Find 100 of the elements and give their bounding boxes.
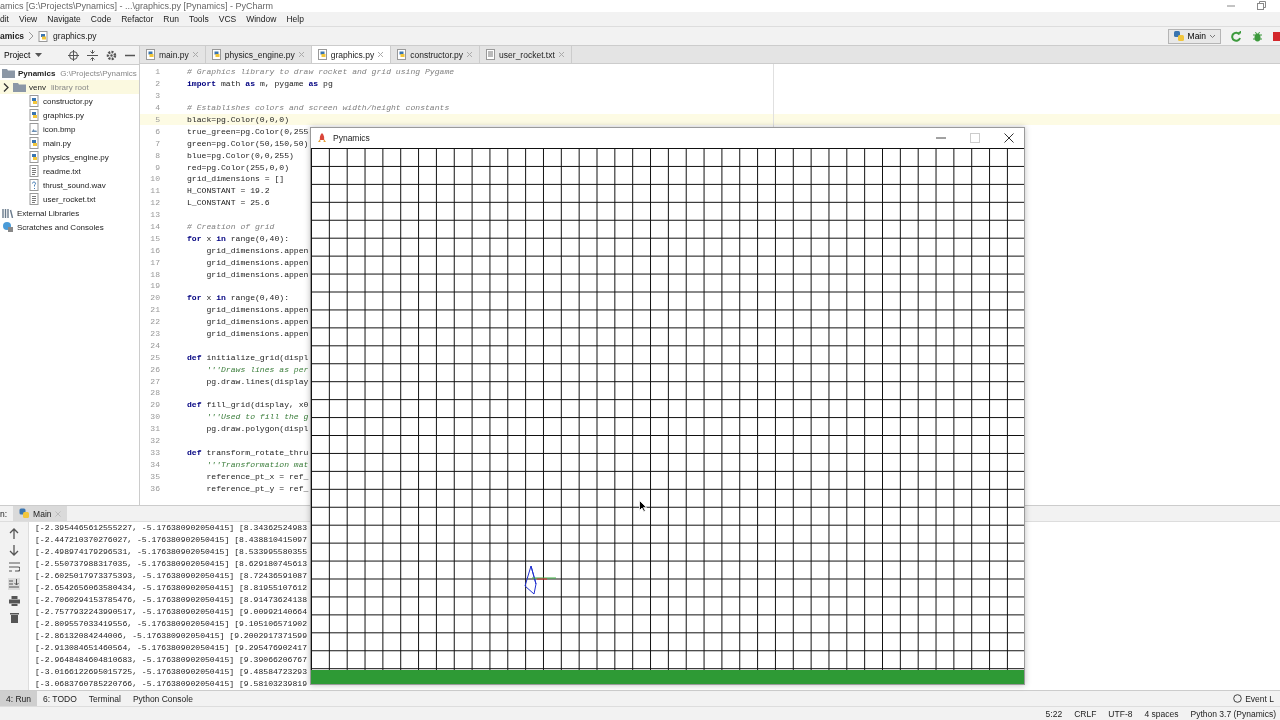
rerun-icon[interactable] (1231, 30, 1242, 42)
breadcrumb-item[interactable]: amics (0, 31, 25, 41)
line-number: 23 (149, 329, 160, 339)
console-line: [-3.0683760785220766, -5.176380902050415] [9.58103239819 (35, 678, 307, 690)
python-file-icon (29, 137, 40, 149)
tree-item[interactable]: thrust_sound.wav (0, 178, 139, 192)
bug-icon[interactable] (1252, 30, 1263, 42)
event-log-tab[interactable]: Event L (1227, 691, 1280, 706)
settings-icon[interactable] (106, 49, 117, 61)
file-tab[interactable]: user_rocket.txt (480, 46, 572, 63)
code-line: # Creation of grid (187, 222, 275, 231)
line-number: 18 (149, 269, 160, 279)
tree-item[interactable]: physics_engine.py (0, 150, 139, 164)
line-number: 21 (149, 305, 160, 315)
image-file-icon (29, 123, 40, 135)
code-line: grid_dimensions.appen (205, 305, 309, 315)
breadcrumb-item[interactable]: graphics.py (53, 31, 97, 41)
console-line: [-2.7060294153785476, -5.176380902050415] [8.91473624138 (35, 594, 307, 606)
menu-item[interactable]: Run (158, 14, 184, 24)
status-item[interactable]: 4 spaces (1144, 708, 1179, 719)
code-line: '''Draws lines as per (205, 364, 309, 374)
project-view-dropdown[interactable]: Project (0, 50, 43, 60)
status-item[interactable]: 5:22 (1045, 708, 1063, 719)
code-line: reference_pt_x = ref_ (205, 471, 309, 481)
crosshair-icon[interactable] (68, 49, 79, 61)
code-line: for x in range(0,40): (187, 233, 290, 243)
menu-item[interactable]: dit (0, 14, 14, 24)
menu-item[interactable]: Navigate (42, 14, 86, 24)
wrap-icon[interactable] (8, 562, 20, 572)
code-line: red=pg.Color(255,0,0) (187, 162, 289, 172)
window-title: Pynamics (333, 133, 370, 143)
code-line: for x in range(0,40): (187, 293, 290, 303)
folder-icon (2, 68, 15, 78)
status-item[interactable]: Python 3.7 (Pynamics) (1190, 708, 1276, 719)
file-tab[interactable]: main.py (140, 46, 206, 63)
panel-label: n: (0, 508, 8, 519)
up-arrow-icon[interactable] (9, 528, 19, 539)
run-config-dropdown[interactable]: Main (1167, 28, 1221, 44)
status-item[interactable]: CRLF (1074, 708, 1097, 719)
code-line: grid_dimensions.appen (205, 257, 309, 267)
trash-icon[interactable] (9, 612, 19, 623)
tool-window-tab[interactable]: Python Console (126, 691, 199, 706)
menu-item[interactable]: Code (85, 14, 117, 24)
tree-item[interactable]: icon.bmp (0, 122, 139, 136)
python-file-icon (29, 109, 40, 121)
tree-item[interactable]: Pynamics G:\Projects\Pynamics (0, 66, 139, 80)
python-icon (1172, 30, 1185, 42)
tree-item[interactable]: Scratches and Consoles (0, 220, 139, 234)
console-line: [-2.550737988317035, -5.176380902050415] [8.629180745613 (35, 558, 307, 570)
down-arrow-icon[interactable] (9, 545, 19, 556)
collapse-icon[interactable] (87, 49, 98, 61)
tool-window-tab[interactable]: 4: Run (0, 691, 38, 706)
python-file-icon (317, 49, 328, 60)
python-file-icon (29, 151, 40, 163)
tree-item[interactable]: External Libraries (0, 206, 139, 220)
line-number: 11 (149, 186, 160, 196)
print-icon[interactable] (8, 596, 20, 606)
console-line: [-3.0166122695015725, -5.176380902050415] [9.48584723293 (35, 666, 307, 678)
tree-item[interactable]: graphics.py (0, 108, 139, 122)
close-icon[interactable] (1004, 133, 1014, 143)
code-line: pg.draw.lines(display (205, 376, 309, 386)
run-tab[interactable]: Main (13, 506, 67, 521)
restore-icon[interactable] (1256, 1, 1266, 11)
code-line: '''Transformation mat (205, 459, 309, 469)
menu-item[interactable]: VCS (213, 14, 242, 24)
stop-icon[interactable] (1273, 31, 1280, 41)
file-tab[interactable]: graphics.py (311, 46, 392, 63)
tree-item[interactable]: user_rocket.txt (0, 192, 139, 206)
line-number: 9 (154, 162, 160, 172)
line-number: 19 (149, 281, 160, 291)
line-number: 16 (149, 245, 160, 255)
menu-item[interactable]: Help (281, 14, 309, 24)
scroll-to-end-icon[interactable] (8, 578, 20, 590)
event-log-icon (1233, 694, 1243, 703)
tree-item[interactable]: readme.txt (0, 164, 139, 178)
tool-window-tab[interactable]: 6: TODO (37, 691, 83, 706)
line-number: 13 (149, 210, 160, 220)
rocket-icon (317, 132, 327, 144)
console-line: [-2.3954465612555227, -5.176380902050415] [8.34362524983 (35, 522, 307, 534)
status-item[interactable]: UTF-8 (1108, 708, 1133, 719)
python-file-icon (211, 49, 222, 60)
tree-item[interactable]: constructor.py (0, 94, 139, 108)
tool-window-tab[interactable]: Terminal (82, 691, 127, 706)
line-number: 26 (149, 364, 160, 374)
menu-item[interactable]: Tools (183, 14, 214, 24)
file-tab[interactable]: physics_engine.py (205, 46, 312, 63)
text-file-icon (486, 49, 497, 60)
console-line: [-2.447210370276027, -5.176380902050415] [8.438810415097 (35, 534, 307, 546)
file-tab[interactable]: constructor.py (391, 46, 481, 63)
menu-item[interactable]: View (14, 14, 43, 24)
line-number: 29 (149, 400, 160, 410)
line-number: 20 (149, 293, 160, 303)
line-number: 14 (149, 222, 160, 231)
text-file-icon (29, 165, 40, 177)
code-line: '''Used to fill the g (205, 412, 309, 422)
menu-item[interactable]: Window (241, 14, 282, 24)
menu-item[interactable]: Refactor (116, 14, 159, 24)
tree-item[interactable]: main.py (0, 136, 139, 150)
console-line: [-2.86132084244006, -5.176380902050415] [9.2002917371599 (35, 630, 307, 642)
chevron-icon[interactable] (2, 82, 10, 92)
